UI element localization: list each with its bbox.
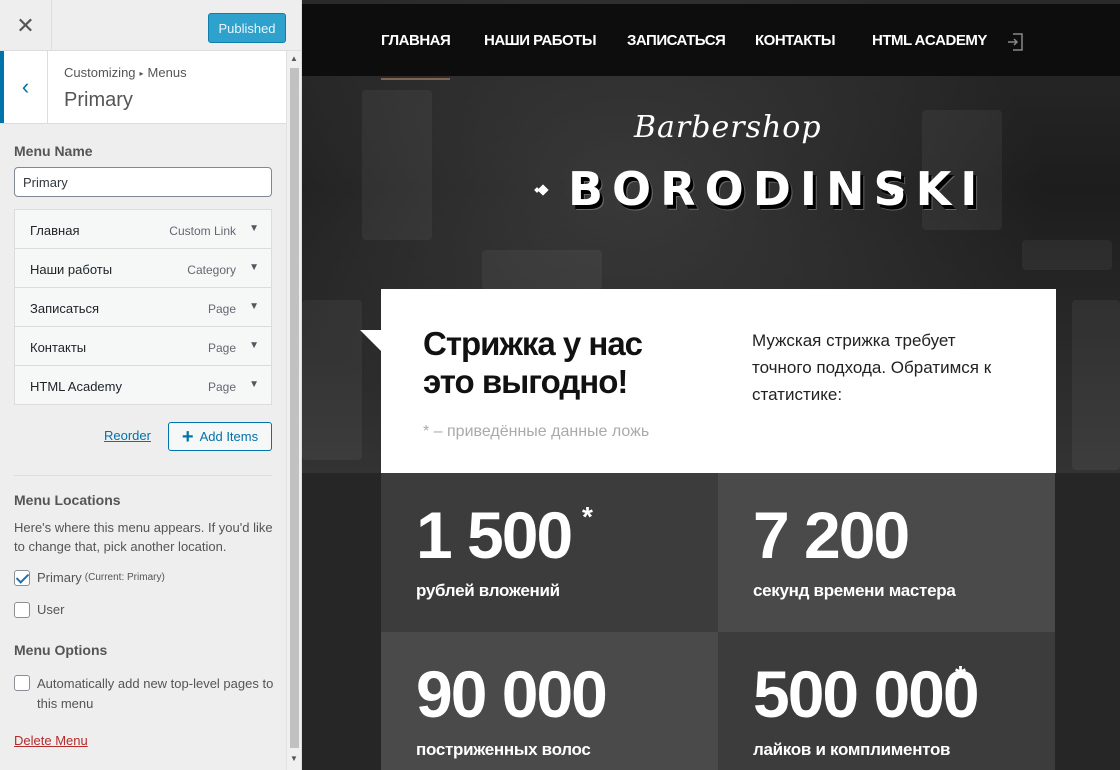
menu-item[interactable]: Главная Custom Link ▼: [14, 209, 272, 249]
stat-block: 1 500 * рублей вложений: [381, 473, 718, 632]
back-button[interactable]: ‹: [0, 51, 48, 123]
location-primary-label: Primary: [37, 570, 82, 585]
menu-item-title: Наши работы: [30, 262, 113, 277]
menu-items-list: Главная Custom Link ▼ Наши работы Catego…: [14, 209, 272, 405]
stat-block: 90 000 постриженных волос: [381, 632, 718, 770]
stat-asterisk: *: [955, 660, 966, 691]
promo-pointer: [360, 330, 382, 352]
auto-add-row[interactable]: Automatically add new top-level pages to…: [14, 674, 276, 714]
menu-name-input[interactable]: [14, 167, 272, 197]
nav-item-signup[interactable]: ЗАПИСАТЬСЯ: [627, 32, 726, 49]
menu-locations-description: Here's where this menu appears. If you'd…: [14, 520, 273, 554]
promo-card: Стрижка у нас это выгодно! * – приведённ…: [381, 289, 1056, 473]
stat-value: 90 000: [416, 657, 608, 731]
stat-value: 500 000: [753, 657, 980, 731]
location-user-label: User: [37, 602, 65, 617]
add-items-label: Add Items: [199, 429, 259, 444]
stat-label: постриженных волос: [416, 740, 591, 759]
stat-label: рублей вложений: [416, 581, 560, 600]
expand-arrow-icon[interactable]: ▼: [249, 262, 259, 273]
scroll-thumb[interactable]: [290, 68, 299, 748]
nav-item-contacts[interactable]: КОНТАКТЫ: [755, 32, 836, 49]
panel-title: Primary: [64, 89, 133, 111]
publish-button[interactable]: Published: [208, 13, 286, 43]
promo-text: Мужская стрижка требует точного подхода.…: [752, 331, 992, 404]
close-icon[interactable]: ✕: [0, 0, 52, 51]
menu-item-title: Контакты: [30, 340, 87, 355]
panel-header: ‹ Customizing ▸ Menus Primary: [0, 51, 286, 124]
add-items-button[interactable]: + Add Items: [168, 422, 272, 451]
menu-item-type: Category: [187, 263, 236, 277]
breadcrumb-child: Menus: [147, 65, 187, 80]
stat-asterisk: *: [582, 501, 593, 532]
location-user-checkbox[interactable]: [14, 602, 30, 618]
login-icon[interactable]: [1007, 33, 1023, 51]
stat-block: 500 000 * лайков и комплиментов: [718, 632, 1055, 770]
expand-arrow-icon[interactable]: ▼: [249, 301, 259, 312]
menu-name-label: Menu Name: [14, 143, 93, 159]
site-preview: ГЛАВНАЯ НАШИ РАБОТЫ ЗАПИСАТЬСЯ КОНТАКТЫ …: [302, 0, 1120, 770]
stat-label: секунд времени мастера: [753, 581, 956, 600]
menu-item-title: Главная: [30, 223, 80, 238]
expand-arrow-icon[interactable]: ▼: [249, 379, 259, 390]
menu-item-type: Page: [207, 380, 236, 394]
stat-label: лайков и комплиментов: [753, 740, 951, 759]
expand-arrow-icon[interactable]: ▼: [249, 340, 259, 351]
location-primary-note: (Current: Primary): [84, 572, 165, 583]
logo-script-text: Barbershop: [634, 110, 822, 145]
auto-add-label: Automatically add new top-level pages to…: [37, 676, 274, 711]
nav-item-academy[interactable]: HTML ACADEMY: [872, 32, 987, 49]
logo-main-text: BORODINSKI: [568, 162, 987, 216]
menu-item-title: Записаться: [30, 301, 100, 316]
plus-icon: +: [181, 425, 194, 448]
nav-item-home[interactable]: ГЛАВНАЯ: [381, 32, 451, 80]
scroll-up-icon[interactable]: ▲: [290, 54, 298, 63]
menu-item-type: Page: [207, 302, 236, 316]
chevron-left-icon: ‹: [21, 74, 30, 99]
menu-item[interactable]: Наши работы Category ▼: [14, 248, 272, 288]
auto-add-checkbox[interactable]: [14, 675, 30, 691]
site-nav: ГЛАВНАЯ НАШИ РАБОТЫ ЗАПИСАТЬСЯ КОНТАКТЫ …: [302, 4, 1120, 80]
promo-note: * – приведённые данные ложь: [423, 423, 650, 440]
menu-options-heading: Menu Options: [14, 642, 108, 658]
expand-arrow-icon[interactable]: ▼: [249, 223, 259, 234]
customizer-header: ✕ Published: [0, 0, 301, 51]
breadcrumb: Customizing ▸ Menus: [64, 65, 187, 80]
divider: [14, 475, 272, 476]
delete-menu-link[interactable]: Delete Menu: [14, 733, 88, 748]
menu-locations-heading: Menu Locations: [14, 492, 121, 508]
menu-item[interactable]: Записаться Page ▼: [14, 287, 272, 327]
stat-block: 7 200 секунд времени мастера: [718, 473, 1055, 632]
nav-item-works[interactable]: НАШИ РАБОТЫ: [484, 32, 597, 49]
stat-value: 7 200: [753, 498, 910, 572]
sidebar-scrollbar[interactable]: ▲ ▼: [286, 51, 301, 770]
menu-item[interactable]: HTML Academy Page ▼: [14, 365, 272, 405]
scroll-down-icon[interactable]: ▼: [290, 754, 298, 763]
customizer-sidebar: ✕ Published ‹ Customizing ▸ Menus Primary …: [0, 0, 302, 770]
menu-item-type: Custom Link: [169, 224, 236, 238]
location-primary-row[interactable]: Primary (Current: Primary): [14, 570, 165, 586]
promo-title: Стрижка у нас это выгодно!: [423, 325, 643, 400]
menu-item-type: Page: [207, 341, 236, 355]
reorder-link[interactable]: Reorder: [104, 428, 151, 443]
breadcrumb-parent: Customizing: [64, 65, 136, 80]
menu-item[interactable]: Контакты Page ▼: [14, 326, 272, 366]
location-primary-checkbox[interactable]: [14, 570, 30, 586]
breadcrumb-separator-icon: ▸: [139, 69, 144, 79]
location-user-row[interactable]: User: [14, 602, 64, 618]
menu-item-title: HTML Academy: [30, 379, 122, 394]
stat-value: 1 500: [416, 498, 573, 572]
